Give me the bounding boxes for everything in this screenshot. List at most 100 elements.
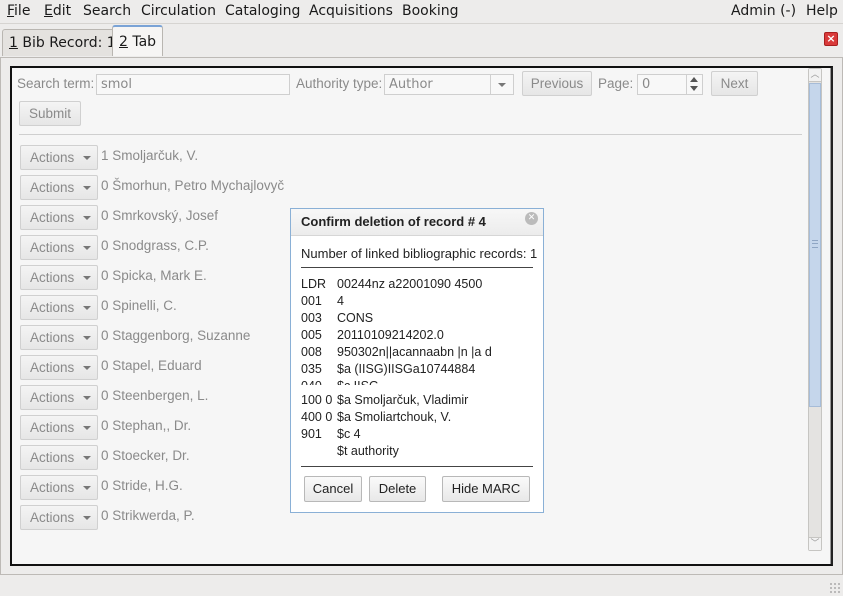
linked-count: 0 [101, 448, 109, 463]
authority-entry[interactable]: 0 Stride, H.G. [101, 478, 183, 493]
authority-name: Stapel, Eduard [112, 358, 202, 373]
marc-field: 100 0 $a Smoljarčuk, Vladimir [301, 393, 469, 407]
actions-button[interactable]: Actions [20, 325, 98, 350]
actions-button[interactable]: Actions [20, 175, 98, 200]
actions-button[interactable]: Actions [20, 235, 98, 260]
vertical-scrollbar[interactable]: ︿ ﹀ [808, 68, 822, 551]
marc-field: 400 0 $a Smoliartchouk, V. [301, 410, 452, 424]
authority-name: Smoljarčuk, V. [112, 148, 199, 163]
authority-type-label: Authority type: [296, 76, 383, 91]
authority-entry[interactable]: 0 Stoecker, Dr. [101, 448, 190, 463]
authority-entry[interactable]: 0 Smrkovský, Josef [101, 208, 218, 223]
scroll-up-icon[interactable]: ︿ [809, 69, 821, 82]
menu-booking[interactable]: Booking [402, 3, 459, 19]
chevron-down-icon [83, 456, 91, 460]
linked-records-text: Number of linked bibliographic records: … [301, 246, 538, 261]
authority-entry[interactable]: 0 Stephan,, Dr. [101, 418, 191, 433]
tab-bib-record[interactable]: 1 Bib Record: 1 [2, 29, 123, 56]
scrollbar-thumb[interactable] [809, 83, 821, 407]
authority-name: Šmorhun, Petro Mychajlovyč [112, 178, 285, 193]
search-term-input[interactable]: smol [96, 74, 290, 95]
scroll-down-icon[interactable]: ﹀ [809, 537, 821, 550]
menu-cataloging[interactable]: Cataloging [225, 3, 300, 19]
authority-name: Stephan,, Dr. [112, 418, 192, 433]
authority-entry[interactable]: 0 Stapel, Eduard [101, 358, 202, 373]
authority-entry[interactable]: 0 Strikwerda, P. [101, 508, 195, 523]
actions-button[interactable]: Actions [20, 205, 98, 230]
linked-count: 0 [101, 508, 109, 523]
previous-button[interactable]: Previous [522, 71, 592, 96]
actions-button[interactable]: Actions [20, 385, 98, 410]
spinner-arrows-icon[interactable] [686, 75, 702, 94]
page-stepper[interactable]: 0 [637, 74, 703, 95]
chevron-down-icon [83, 246, 91, 250]
actions-button[interactable]: Actions [20, 355, 98, 380]
authority-name: Staggenborg, Suzanne [112, 328, 251, 343]
chevron-down-icon [83, 516, 91, 520]
close-icon[interactable]: ✕ [525, 212, 538, 225]
dialog-title: Confirm deletion of record # 4 [301, 214, 486, 229]
delete-button[interactable]: Delete [369, 476, 426, 502]
authority-name: Stride, H.G. [112, 478, 183, 493]
linked-count: 0 [101, 358, 109, 373]
menu-file[interactable]: File [7, 3, 30, 19]
linked-count: 0 [101, 178, 109, 193]
linked-count: 0 [101, 478, 109, 493]
cancel-button[interactable]: Cancel [304, 476, 362, 502]
actions-button[interactable]: Actions [20, 415, 98, 440]
menubar: File Edit Search Circulation Cataloging … [0, 0, 843, 24]
hide-marc-button[interactable]: Hide MARC [442, 476, 530, 502]
actions-button[interactable]: Actions [20, 475, 98, 500]
chevron-down-icon [83, 486, 91, 490]
marc-field: 901 $c 4 [301, 427, 361, 441]
menu-search[interactable]: Search [83, 3, 131, 19]
tab-2[interactable]: 2 Tab [112, 25, 164, 56]
authority-entry[interactable]: 0 Snodgrass, C.P. [101, 238, 209, 253]
search-term-label: Search term: [17, 76, 95, 91]
actions-button[interactable]: Actions [20, 445, 98, 470]
confirm-delete-dialog: Confirm deletion of record # 4 ✕ Number … [290, 208, 544, 513]
chevron-down-icon [83, 336, 91, 340]
linked-count: 0 [101, 418, 109, 433]
authority-entry[interactable]: 0 Spicka, Mark E. [101, 268, 207, 283]
submit-button[interactable]: Submit [19, 101, 81, 126]
authority-name: Steenbergen, L. [112, 388, 209, 403]
linked-count: 0 [101, 238, 109, 253]
linked-count: 0 [101, 208, 109, 223]
chevron-down-icon [83, 396, 91, 400]
authority-entry[interactable]: 0 Staggenborg, Suzanne [101, 328, 250, 343]
marc-field: 003 CONS [301, 311, 374, 325]
marc-record-view: LDR 00244nz a22001090 4500 001 4 003 CONS 005 2… [301, 277, 535, 385]
actions-button[interactable]: Actions [20, 295, 98, 320]
resize-grip-icon[interactable] [829, 582, 841, 594]
menu-edit-rest: dit [52, 3, 72, 19]
actions-button[interactable]: Actions [20, 145, 98, 170]
menu-acquisitions[interactable]: Acquisitions [309, 3, 393, 19]
authority-entry[interactable]: 0 Steenbergen, L. [101, 388, 208, 403]
authority-entry[interactable]: 1 Smoljarčuk, V. [101, 148, 198, 163]
actions-button[interactable]: Actions [20, 505, 98, 530]
menu-help[interactable]: Help [806, 3, 838, 19]
authority-name: Spicka, Mark E. [112, 268, 207, 283]
next-button[interactable]: Next [711, 71, 758, 96]
marc-field: LDR 00244nz a22001090 4500 [301, 277, 483, 291]
divider [19, 134, 802, 135]
chevron-down-icon [83, 306, 91, 310]
dialog-divider [301, 267, 533, 268]
authority-name: Spinelli, C. [112, 298, 177, 313]
authority-type-select[interactable]: Author [384, 74, 514, 95]
marc-field: $t authority [337, 444, 399, 458]
chevron-down-icon [83, 366, 91, 370]
menu-edit[interactable]: Edit [44, 3, 71, 19]
close-tab-icon[interactable]: × [824, 32, 838, 46]
marc-field: 008 950302n||acannaabn |n |a d [301, 345, 492, 359]
chevron-down-icon [83, 186, 91, 190]
authority-entry[interactable]: 0 Šmorhun, Petro Mychajlovyč [101, 178, 284, 193]
menu-circulation[interactable]: Circulation [141, 3, 216, 19]
dialog-titlebar: Confirm deletion of record # 4 ✕ [291, 209, 543, 236]
menu-admin[interactable]: Admin (-) [731, 3, 796, 19]
marc-field: 035 $a (IISG)IISGa10744884 [301, 362, 476, 376]
linked-count: 0 [101, 388, 109, 403]
authority-entry[interactable]: 0 Spinelli, C. [101, 298, 177, 313]
actions-button[interactable]: Actions [20, 265, 98, 290]
